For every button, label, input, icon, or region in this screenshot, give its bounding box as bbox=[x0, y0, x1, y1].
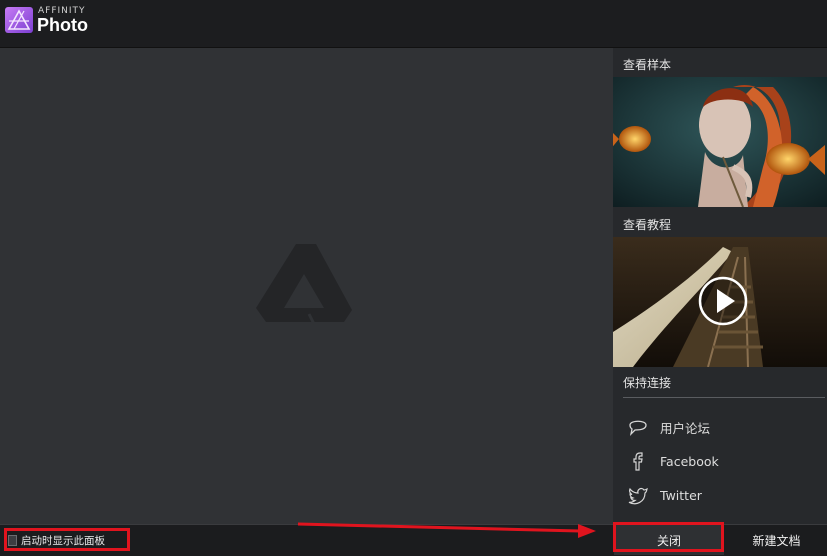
new-document-button[interactable]: 新建文档 bbox=[726, 525, 827, 555]
tutorials-thumbnail[interactable] bbox=[613, 237, 827, 367]
brand-name: Photo bbox=[37, 15, 88, 35]
samples-title: 查看样本 bbox=[623, 58, 672, 72]
annotation-startup-box bbox=[4, 528, 130, 551]
connect-title: 保持连接 bbox=[623, 376, 672, 390]
affinity-photo-logo-icon bbox=[5, 7, 33, 33]
annotation-close-box bbox=[613, 522, 724, 552]
link-twitter[interactable]: Twitter bbox=[627, 484, 817, 506]
samples-thumbnail[interactable] bbox=[613, 77, 827, 207]
facebook-label: Facebook bbox=[660, 453, 719, 469]
link-facebook[interactable]: Facebook bbox=[627, 450, 817, 472]
twitter-icon bbox=[628, 487, 648, 505]
link-user-forum[interactable]: 用户论坛 bbox=[627, 416, 817, 438]
title-bar: AFFINITY Photo bbox=[0, 0, 827, 48]
right-panel: 查看样本 查看教程 保持连接 用户论坛 Facebook Twitter bbox=[613, 48, 827, 524]
facebook-icon bbox=[633, 452, 643, 471]
affinity-watermark-icon bbox=[256, 244, 352, 325]
main-canvas-area bbox=[0, 48, 613, 524]
forum-label: 用户论坛 bbox=[660, 420, 711, 436]
twitter-label: Twitter bbox=[660, 487, 702, 503]
chat-bubble-icon bbox=[629, 420, 647, 436]
connect-divider bbox=[623, 397, 825, 398]
tutorials-title: 查看教程 bbox=[623, 218, 672, 232]
